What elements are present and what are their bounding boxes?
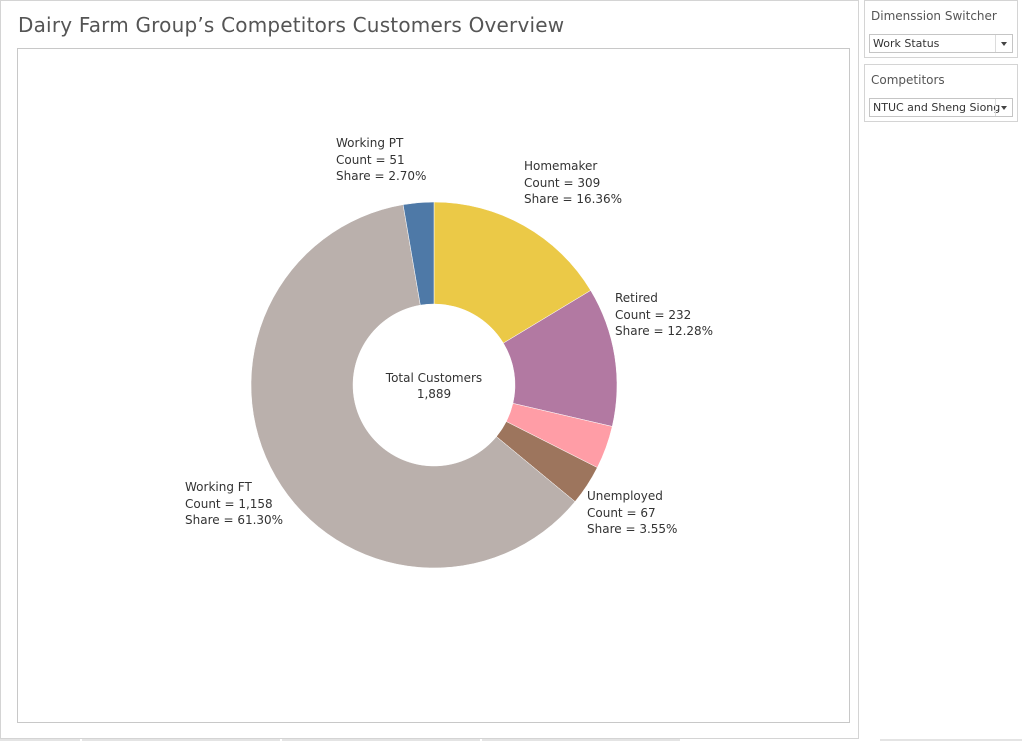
label-unemployed-name: Unemployed <box>587 489 663 503</box>
dimension-switcher-dropdown[interactable]: Work Status <box>869 34 1013 53</box>
label-working-ft-name: Working FT <box>185 480 252 494</box>
label-retired-count: Count = 232 <box>615 307 692 322</box>
dimension-switcher-card: Dimenssion Switcher Work Status <box>864 0 1018 58</box>
dimension-switcher-title: Dimenssion Switcher <box>871 9 997 23</box>
label-homemaker-share: Share = 16.36% <box>524 192 623 206</box>
chevron-down-icon[interactable] <box>995 35 1012 52</box>
label-unemployed-count: Count = 67 <box>587 505 656 520</box>
label-working-pt-count: Count = 51 <box>336 152 405 167</box>
label-retired-name: Retired <box>615 291 658 305</box>
label-homemaker-count: Count = 309 <box>524 175 601 190</box>
competitors-value: NTUC and Sheng Siong <box>873 101 1001 114</box>
chart-frame: Total Customers 1,889 Working PT Count =… <box>17 48 850 723</box>
center-label: Total Customers 1,889 <box>384 370 484 402</box>
label-homemaker: Homemaker Count = 309 Share = 16.36% <box>524 158 622 208</box>
label-retired: Retired Count = 232 Share = 12.28% <box>615 290 713 340</box>
competitors-dropdown[interactable]: NTUC and Sheng Siong <box>869 98 1013 117</box>
center-label-value: 1,889 <box>416 387 452 401</box>
chevron-down-icon[interactable] <box>995 99 1012 116</box>
dashboard-title: Dairy Farm Group’s Competitors Customers… <box>18 13 565 37</box>
label-working-pt-name: Working PT <box>336 136 404 150</box>
label-working-ft: Working FT Count = 1,158 Share = 61.30% <box>185 479 283 529</box>
dashboard: Dairy Farm Group’s Competitors Customers… <box>0 0 859 739</box>
label-working-pt: Working PT Count = 51 Share = 2.70% <box>336 135 426 185</box>
label-retired-share: Share = 12.28% <box>615 324 714 338</box>
competitors-card: Competitors NTUC and Sheng Siong <box>864 64 1018 122</box>
label-working-pt-share: Share = 2.70% <box>336 169 427 183</box>
label-working-ft-count: Count = 1,158 <box>185 496 273 511</box>
label-working-ft-share: Share = 61.30% <box>185 513 284 527</box>
dimension-switcher-value: Work Status <box>873 37 940 50</box>
center-label-title: Total Customers <box>385 371 483 385</box>
label-homemaker-name: Homemaker <box>524 159 598 173</box>
label-unemployed: Unemployed Count = 67 Share = 3.55% <box>587 488 677 538</box>
competitors-title: Competitors <box>871 73 945 87</box>
label-unemployed-share: Share = 3.55% <box>587 522 678 536</box>
